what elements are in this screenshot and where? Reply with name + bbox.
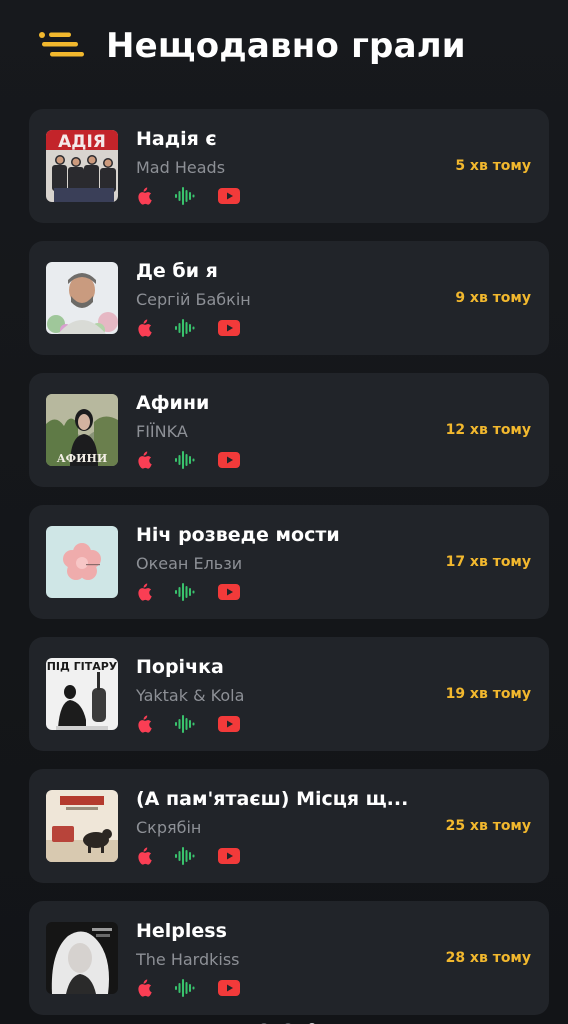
apple-music-icon[interactable]: [136, 979, 152, 997]
played-time: 25 хв тому: [445, 818, 531, 834]
cover-text: АДІЯ: [58, 132, 106, 152]
track-artist: Океан Ельзи: [136, 554, 243, 573]
album-cover: АДІЯ: [46, 130, 118, 202]
track-title: Де би я: [136, 260, 218, 282]
album-cover: ПІД ГІТАРУ: [46, 658, 118, 730]
youtube-icon[interactable]: [218, 320, 240, 336]
track-title: Надія є: [136, 128, 217, 150]
youtube-icon[interactable]: [218, 848, 240, 864]
played-time: 9 хв тому: [455, 290, 531, 306]
album-cover: АФИНИ: [46, 394, 118, 466]
track-card[interactable]: АФИНИ Афини FIЇNKA 12 хв тому: [29, 373, 549, 487]
waveform-icon[interactable]: [175, 583, 195, 601]
youtube-icon[interactable]: [218, 188, 240, 204]
apple-music-icon[interactable]: [136, 583, 152, 601]
header: Нещодавно грали: [0, 0, 568, 96]
waveform-icon[interactable]: [175, 847, 195, 865]
album-cover: [46, 262, 118, 334]
waveform-icon[interactable]: [175, 187, 195, 205]
played-time: 17 хв тому: [445, 554, 531, 570]
track-artist: The Hardkiss: [136, 950, 240, 969]
youtube-icon[interactable]: [218, 980, 240, 996]
track-artist: Mad Heads: [136, 158, 226, 177]
apple-music-icon[interactable]: [136, 451, 152, 469]
track-title: Helpless: [136, 920, 227, 942]
track-artist: Сергій Бабкін: [136, 290, 251, 309]
track-card[interactable]: (А пам'ятаєш) Місця щ... Скрябін 25 хв т…: [29, 769, 549, 883]
track-card[interactable]: Де би я Сергій Бабкін 9 хв тому: [29, 241, 549, 355]
track-card[interactable]: Helpless The Hardkiss 28 хв тому: [29, 901, 549, 1015]
track-artist: Скрябін: [136, 818, 202, 837]
youtube-icon[interactable]: [218, 452, 240, 468]
waveform-icon[interactable]: [175, 979, 195, 997]
album-cover: [46, 790, 118, 862]
track-title: (А пам'ятаєш) Місця щ...: [136, 788, 409, 810]
apple-music-icon[interactable]: [136, 187, 152, 205]
menu-lines-icon[interactable]: [38, 31, 86, 63]
played-time: 12 хв тому: [445, 422, 531, 438]
track-title: Афини: [136, 392, 210, 414]
waveform-icon[interactable]: [175, 715, 195, 733]
apple-music-icon[interactable]: [136, 319, 152, 337]
played-time: 5 хв тому: [455, 158, 531, 174]
youtube-icon[interactable]: [218, 716, 240, 732]
track-artist: Yaktak & Kola: [136, 686, 245, 705]
track-card[interactable]: ПІД ГІТАРУ Порічка Yaktak & Kola 19 хв т…: [29, 637, 549, 751]
waveform-icon[interactable]: [175, 451, 195, 469]
album-cover: [46, 526, 118, 598]
apple-music-icon[interactable]: [136, 847, 152, 865]
cover-text: ПІД ГІТАРУ: [47, 660, 118, 673]
played-time: 19 хв тому: [445, 686, 531, 702]
page-indicator: [258, 1019, 318, 1024]
track-card[interactable]: Ніч розведе мости Океан Ельзи 17 хв тому: [29, 505, 549, 619]
youtube-icon[interactable]: [218, 584, 240, 600]
cover-text: АФИНИ: [57, 452, 108, 465]
album-cover: [46, 922, 118, 994]
recent-tracks-list: АДІЯ Надія є Mad Heads 5 хв тому Де би я…: [29, 109, 549, 1024]
track-title: Порічка: [136, 656, 224, 678]
waveform-icon[interactable]: [175, 319, 195, 337]
track-title: Ніч розведе мости: [136, 524, 340, 546]
played-time: 28 хв тому: [445, 950, 531, 966]
page-title: Нещодавно грали: [106, 26, 466, 66]
track-artist: FIЇNKA: [136, 422, 188, 441]
apple-music-icon[interactable]: [136, 715, 152, 733]
track-card[interactable]: АДІЯ Надія є Mad Heads 5 хв тому: [29, 109, 549, 223]
